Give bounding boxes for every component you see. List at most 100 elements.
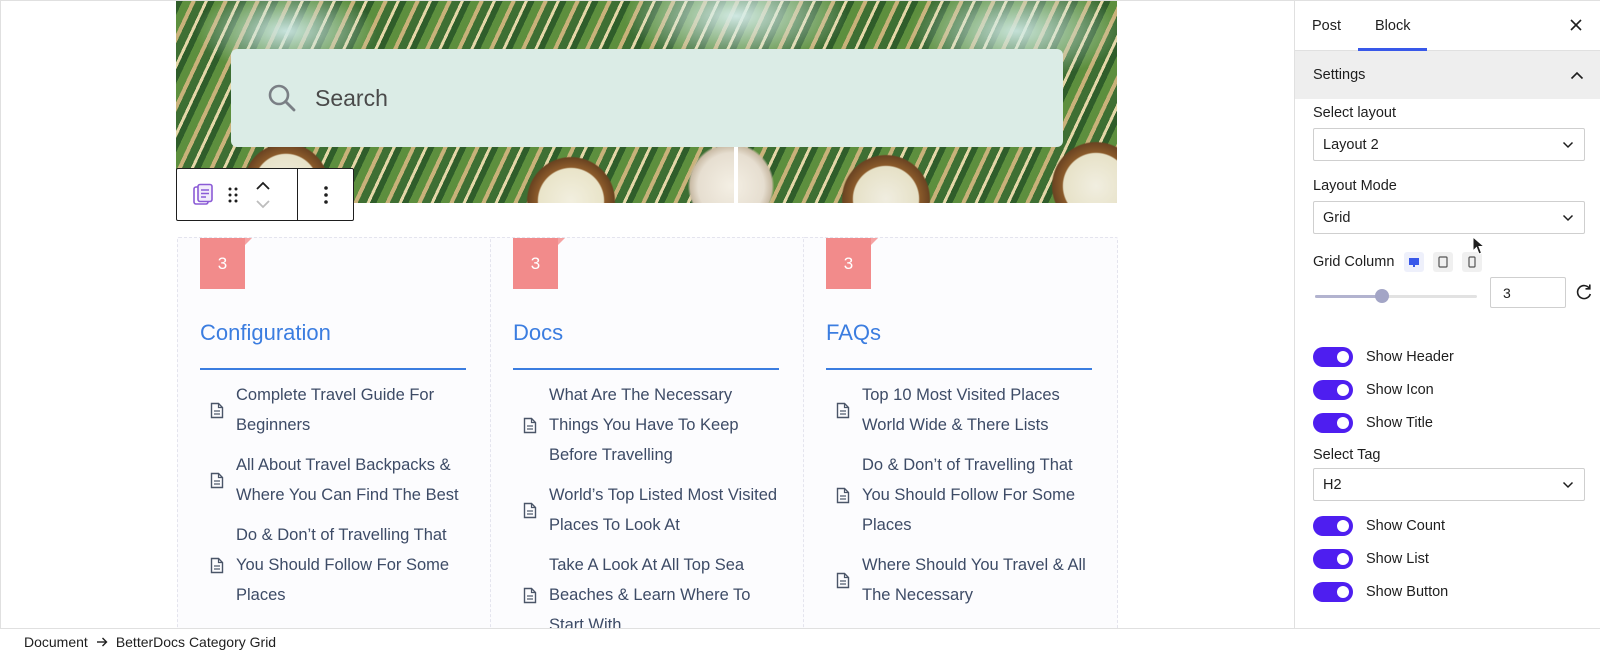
chevron-down-icon [1562, 141, 1574, 148]
toggle-switch[interactable] [1313, 516, 1353, 536]
doc-list-item[interactable]: What Are The Necessary Things You Have T… [513, 380, 779, 470]
drag-handle-button[interactable] [221, 183, 245, 207]
slider-thumb[interactable] [1375, 289, 1389, 303]
category-title-divider [826, 368, 1092, 370]
betterdocs-block-icon [193, 183, 213, 205]
document-icon [836, 402, 850, 418]
document-icon [523, 587, 537, 603]
toggle-switch[interactable] [1313, 582, 1353, 602]
search-bar[interactable]: Search [231, 49, 1063, 147]
reset-icon [1576, 284, 1592, 300]
doc-list: Top 10 Most Visited Places World Wide & … [826, 380, 1092, 620]
select-layout-dropdown[interactable]: Layout 2 [1313, 128, 1585, 161]
grid-column-header: Grid Column [1313, 252, 1483, 272]
show-count-toggle[interactable]: Show Count [1313, 516, 1445, 536]
toggle-label: Show Button [1366, 584, 1449, 600]
doc-link: Do & Don’t of Travelling That You Should… [862, 456, 1076, 534]
hero-image-divider [734, 146, 738, 203]
category-title[interactable]: Docs [513, 320, 563, 346]
select-tag-label: Select Tag [1313, 447, 1381, 463]
toggle-switch[interactable] [1313, 549, 1353, 569]
document-icon [523, 417, 537, 433]
category-count-badge: 3 [826, 238, 878, 289]
doc-link: Complete Travel Guide For Beginners [236, 386, 435, 434]
sidebar-tabs: Post Block [1295, 1, 1600, 51]
doc-list-item[interactable]: Complete Travel Guide For Beginners [200, 380, 466, 440]
document-icon [210, 472, 224, 488]
arrow-right-icon [96, 637, 108, 647]
document-icon [523, 502, 537, 518]
mouse-cursor-icon [1472, 236, 1486, 255]
category-card: 3 FAQs Top 10 Most Visited Places World … [803, 237, 1118, 628]
doc-link: All About Travel Backpacks & Where You C… [236, 456, 459, 504]
breadcrumb-document[interactable]: Document [24, 634, 88, 650]
show-title-toggle[interactable]: Show Title [1313, 413, 1433, 433]
doc-link: World’s Top Listed Most Visited Places T… [549, 486, 778, 534]
doc-list-item[interactable]: All About Travel Backpacks & Where You C… [200, 450, 466, 510]
select-layout-label: Select layout [1313, 105, 1397, 121]
toggle-switch[interactable] [1313, 347, 1353, 367]
show-button-toggle[interactable]: Show Button [1313, 582, 1448, 602]
category-title[interactable]: Configuration [200, 320, 331, 346]
tablet-icon [1438, 256, 1448, 268]
doc-link: Do & Don’t of Travelling That You Should… [236, 526, 450, 604]
show-header-toggle[interactable]: Show Header [1313, 347, 1454, 367]
doc-list-item[interactable]: World’s Top Listed Most Visited Places T… [513, 480, 779, 540]
grid-column-label: Grid Column [1313, 254, 1395, 270]
select-tag-value: H2 [1323, 476, 1342, 493]
settings-sidebar: Post Block Settings Select layout Layout… [1294, 0, 1600, 628]
show-list-toggle[interactable]: Show List [1313, 549, 1429, 569]
toggle-label: Show Title [1366, 415, 1433, 431]
block-type-button[interactable] [191, 183, 215, 207]
category-count-badge: 3 [513, 238, 565, 289]
tablet-device-button[interactable] [1433, 252, 1454, 272]
breadcrumb-separator [96, 637, 108, 647]
more-options-icon [323, 185, 328, 204]
move-up-icon [256, 181, 270, 190]
category-card: 3 Docs What Are The Necessary Things You… [490, 237, 805, 628]
move-up-button[interactable] [255, 177, 271, 195]
category-title-divider [513, 368, 779, 370]
desktop-device-button[interactable] [1404, 252, 1425, 272]
layout-mode-label: Layout Mode [1313, 178, 1397, 194]
toggle-switch[interactable] [1313, 380, 1353, 400]
grid-column-input[interactable]: 3 [1490, 277, 1566, 308]
doc-list-item[interactable]: Take A Look At All Top Sea Beaches & Lea… [513, 550, 779, 628]
chevron-down-icon [1562, 481, 1574, 488]
grid-column-slider[interactable] [1315, 286, 1477, 306]
category-title-divider [200, 368, 466, 370]
select-layout-value: Layout 2 [1323, 136, 1379, 153]
doc-list-item[interactable]: Do & Don’t of Travelling That You Should… [200, 520, 466, 610]
doc-list: What Are The Necessary Things You Have T… [513, 380, 779, 628]
editor-canvas: Search 3 Configuration Complete Travel G… [0, 0, 1294, 628]
toggle-label: Show Count [1366, 518, 1445, 534]
document-icon [210, 557, 224, 573]
category-title[interactable]: FAQs [826, 320, 881, 346]
more-options-button[interactable] [314, 180, 338, 210]
breadcrumb-current-block[interactable]: BetterDocs Category Grid [116, 634, 276, 650]
reset-button[interactable] [1574, 282, 1594, 302]
select-tag-dropdown[interactable]: H2 [1313, 468, 1585, 501]
tab-block[interactable]: Block [1358, 1, 1428, 51]
settings-panel-header[interactable]: Settings [1295, 51, 1600, 99]
doc-list-item[interactable]: Where Should You Travel & All The Necess… [826, 550, 1092, 610]
chevron-up-icon [1570, 71, 1584, 79]
breadcrumb: Document BetterDocs Category Grid [0, 628, 1600, 655]
show-icon-toggle[interactable]: Show Icon [1313, 380, 1434, 400]
search-placeholder: Search [315, 84, 388, 111]
layout-mode-dropdown[interactable]: Grid [1313, 201, 1585, 234]
block-toolbar [176, 168, 354, 221]
move-down-icon [256, 199, 270, 208]
doc-list-item[interactable]: Do & Don’t of Travelling That You Should… [826, 450, 1092, 540]
tab-post[interactable]: Post [1295, 1, 1358, 50]
toggle-label: Show Icon [1366, 382, 1434, 398]
move-down-button[interactable] [255, 195, 271, 213]
chevron-down-icon [1562, 214, 1574, 221]
settings-panel-title: Settings [1313, 67, 1366, 83]
document-icon [210, 402, 224, 418]
close-sidebar-button[interactable] [1566, 15, 1586, 35]
doc-list-item[interactable]: Top 10 Most Visited Places World Wide & … [826, 380, 1092, 440]
toggle-switch[interactable] [1313, 413, 1353, 433]
document-icon [836, 572, 850, 588]
block-toolbar-main-group [177, 169, 298, 220]
